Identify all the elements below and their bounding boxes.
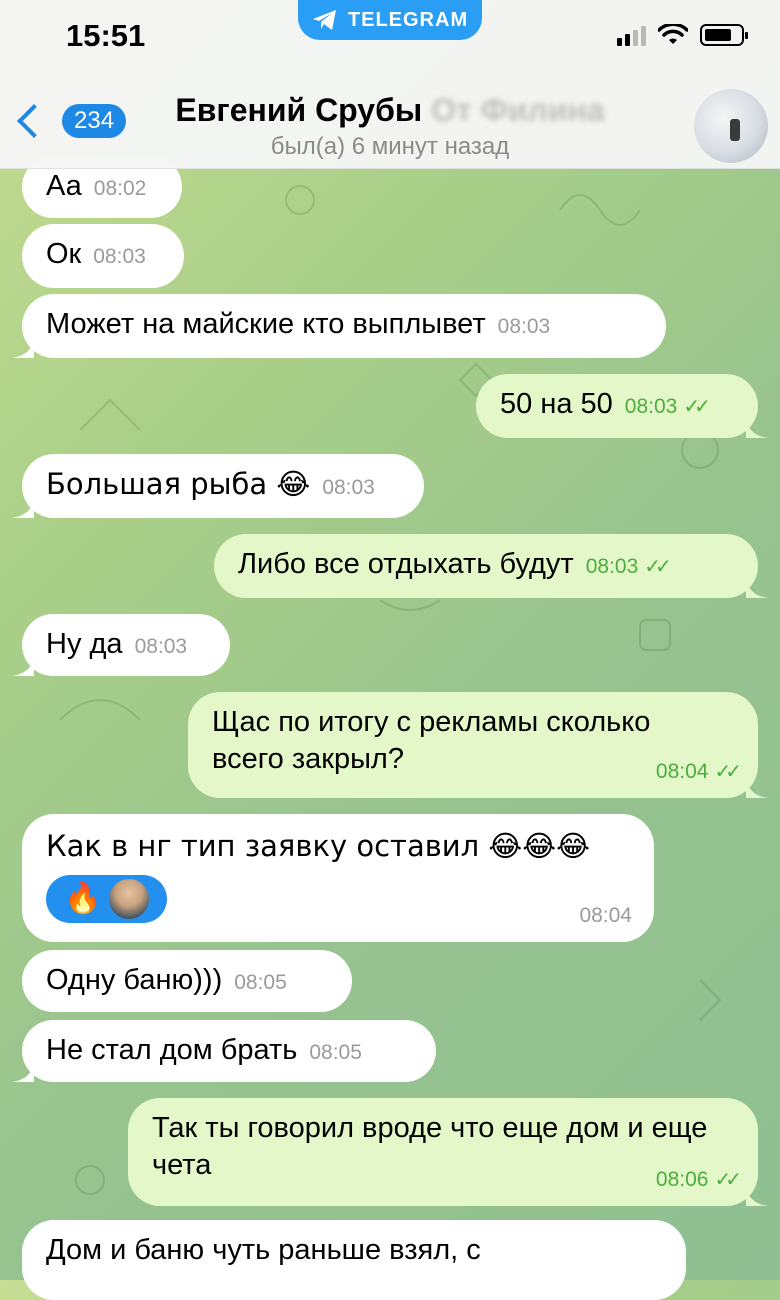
message-text: Может на майские кто выплывет [46, 308, 486, 340]
message-text: Дом и баню чуть раньше взял, с [46, 1234, 481, 1266]
contact-avatar[interactable] [694, 89, 768, 163]
message-text: Аа [46, 170, 82, 202]
status-time: 15:51 [66, 18, 146, 53]
message-incoming[interactable]: Одну баню))) 08:05 [22, 950, 352, 1012]
message-time: 08:04 ✓✓ [655, 760, 742, 784]
unread-count-badge: 234 [62, 104, 127, 138]
telegram-pill[interactable]: TELEGRAM [298, 0, 482, 40]
chat-title: Евгений Срубы От Филина [175, 92, 605, 128]
message-text: Не стал дом брать [46, 1034, 298, 1066]
message-text: Так ты говорил вроде что еще дом и еще ч… [152, 1112, 708, 1182]
message-incoming[interactable]: Дом и баню чуть раньше взял, с [22, 1220, 686, 1300]
message-time: 08:02 [93, 177, 147, 200]
obscured-title-part: От Филина [431, 92, 605, 128]
message-outgoing[interactable]: Щас по итогу с рекламы сколько всего зак… [188, 692, 768, 798]
bubble-tail [746, 416, 768, 438]
chat-header: 15:51 TELEGRAM 234 Евгений Срубы От Фили… [0, 0, 780, 169]
fire-emoji: 🔥 [64, 880, 102, 916]
message-incoming[interactable]: Как в нг тип заявку оставил 😂😂😂 🔥 08:04 [22, 814, 654, 942]
message-text: Либо все отдыхать будут [238, 548, 574, 580]
message-time: 08:03 [322, 476, 375, 499]
message-incoming[interactable]: Не стал дом брать 08:05 [12, 1020, 436, 1082]
chevron-left-icon [17, 104, 51, 138]
message-incoming[interactable]: Может на майские кто выплывет 08:03 [12, 294, 666, 358]
message-time: 08:05 [309, 1041, 362, 1064]
message-text: Большая рыба 😂 [46, 467, 311, 501]
bubble-tail [746, 1184, 768, 1206]
double-check-icon: ✓✓ [714, 1169, 741, 1192]
message-incoming[interactable]: Ок 08:03 [22, 224, 184, 288]
paper-plane-icon [312, 10, 336, 30]
message-time: 08:05 [234, 971, 287, 994]
message-time: 08:03 [497, 315, 551, 338]
message-time: 08:04 [579, 904, 632, 928]
message-text: 50 на 50 [500, 388, 613, 420]
message-text: Щас по итогу с рекламы сколько всего зак… [212, 706, 651, 776]
message-text: Как в нг тип заявку оставил 😂😂😂 [46, 829, 591, 863]
double-check-icon: ✓✓ [714, 761, 741, 784]
message-incoming[interactable]: Большая рыба 😂 08:03 [12, 454, 424, 518]
message-text: Ок [46, 238, 82, 270]
battery-icon [700, 24, 748, 46]
message-time: 08:03 [93, 245, 146, 268]
reaction-chip[interactable]: 🔥 [46, 875, 168, 924]
double-check-icon: ✓✓ [644, 556, 671, 578]
bubble-tail [12, 496, 34, 518]
telegram-label: TELEGRAM [347, 8, 469, 31]
reactor-avatar [107, 877, 152, 922]
bubble-tail [746, 576, 768, 598]
message-time: 08:06 ✓✓ [655, 1168, 742, 1192]
message-outgoing[interactable]: Либо все отдыхать будут 08:03 ✓✓ [214, 534, 768, 598]
bubble-tail [12, 336, 34, 358]
message-outgoing[interactable]: Так ты говорил вроде что еще дом и еще ч… [128, 1098, 768, 1206]
double-check-icon: ✓✓ [683, 396, 710, 418]
back-button[interactable]: 234 [14, 104, 127, 138]
message-list[interactable]: Аа 08:02 Ок 08:03 Может на майские кто вып… [0, 0, 780, 1300]
bubble-tail [12, 654, 34, 676]
chat-title-block[interactable]: Евгений Срубы От Филина был(а) 6 минут н… [140, 92, 640, 161]
wifi-icon [658, 24, 688, 44]
last-seen-status: был(а) 6 минут назад [270, 133, 510, 160]
message-incoming[interactable]: Ну да 08:03 [12, 614, 230, 676]
message-text: Ну да [46, 628, 123, 660]
signal-icon [617, 24, 646, 46]
status-icons [617, 24, 748, 46]
message-time: 08:03 [134, 635, 188, 658]
message-text: Одну баню))) [46, 964, 223, 996]
bubble-tail [746, 776, 768, 798]
bubble-tail [12, 1060, 34, 1082]
message-time: 08:03 ✓✓ [585, 555, 672, 578]
message-outgoing[interactable]: 50 на 50 08:03 ✓✓ [476, 374, 768, 438]
message-time: 08:03 ✓✓ [624, 395, 711, 418]
